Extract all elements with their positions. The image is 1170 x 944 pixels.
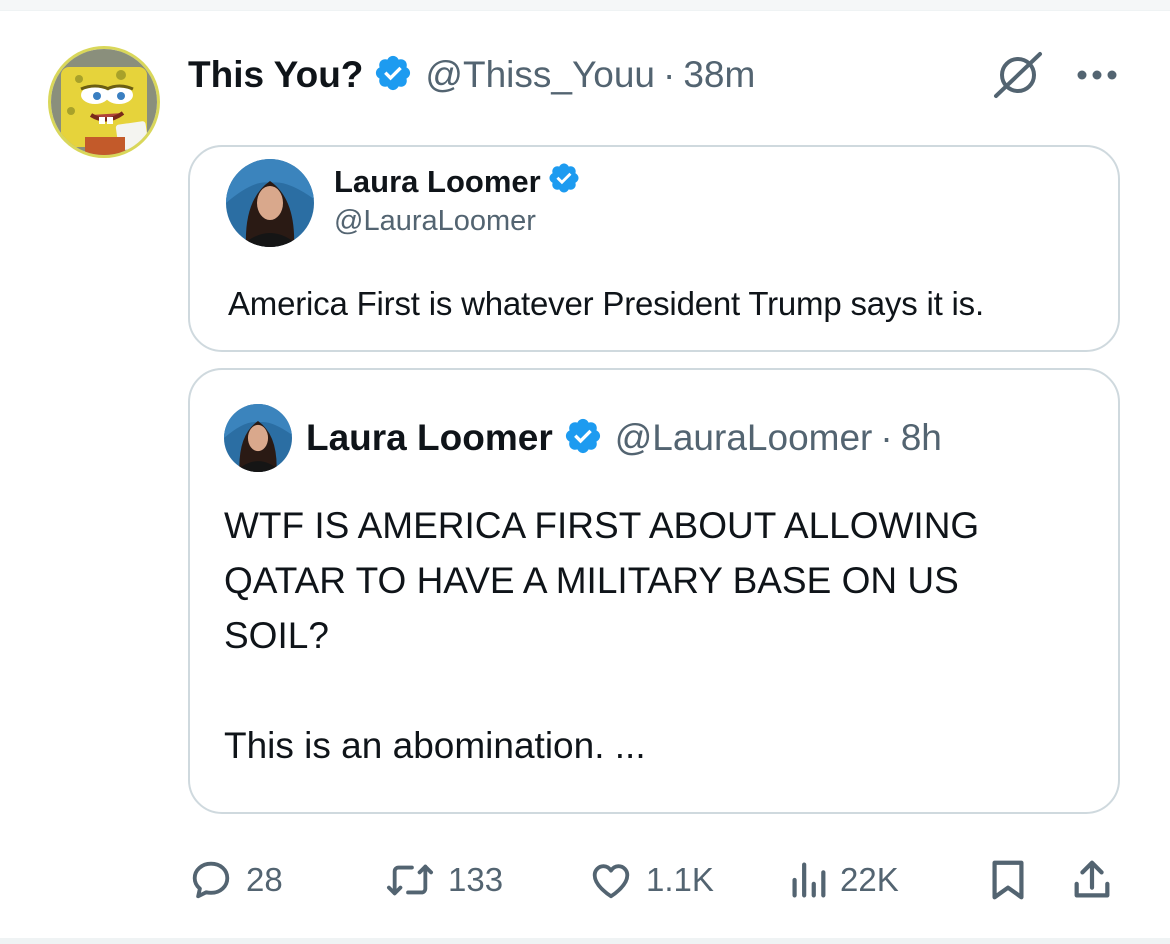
- nested-author-name[interactable]: Laura Loomer: [306, 417, 553, 459]
- verified-badge-icon: [563, 416, 603, 461]
- nested-text-line: WTF IS AMERICA FIRST ABOUT ALLOWING: [224, 505, 980, 546]
- like-count: 1.1K: [646, 861, 714, 898]
- verified-badge-icon: [373, 53, 413, 98]
- views-button[interactable]: 22K: [788, 852, 899, 908]
- separator-dot: ·: [880, 417, 893, 458]
- grok-icon[interactable]: [992, 50, 1044, 100]
- verified-badge-icon: [547, 161, 581, 203]
- quoted-author-name[interactable]: Laura Loomer: [334, 164, 541, 200]
- nested-post-text: WTF IS AMERICA FIRST ABOUT ALLOWING QATA…: [224, 498, 1094, 773]
- quoted-avatar-image: [226, 159, 314, 247]
- nested-text-line: QATAR TO HAVE A MILITARY BASE ON US: [224, 560, 959, 601]
- separator-dot: ·: [662, 54, 676, 95]
- heart-icon: [592, 864, 630, 899]
- reply-count: 28: [246, 861, 283, 898]
- nested-quoted-post-card[interactable]: Laura Loomer @LauraLoomer · 8h WTF IS AM…: [188, 368, 1120, 814]
- views-count: 22K: [840, 861, 899, 898]
- share-icon: [1074, 860, 1110, 898]
- author-handle[interactable]: @Thiss_Youu: [425, 54, 655, 96]
- like-button[interactable]: 1.1K: [588, 852, 714, 908]
- more-icon[interactable]: [1072, 60, 1122, 90]
- post-action-bar: 28 133 1.1K 22K: [188, 852, 1120, 908]
- quoted-post-card[interactable]: Laura Loomer @LauraLoomer America First …: [188, 145, 1120, 352]
- bookmark-button[interactable]: [988, 852, 1028, 908]
- nested-post-header: Laura Loomer @LauraLoomer · 8h: [306, 410, 942, 466]
- nested-avatar-image: [224, 404, 292, 472]
- author-name[interactable]: This You?: [188, 54, 363, 96]
- quoted-post-text: America First is whatever President Trum…: [228, 285, 984, 322]
- nested-author-avatar[interactable]: [224, 404, 292, 472]
- quoted-author-name-row: Laura Loomer: [334, 161, 581, 203]
- avatar-image: [51, 49, 157, 155]
- nested-author-handle[interactable]: @LauraLoomer: [615, 417, 873, 459]
- nested-text-line: This is an abomination. ...: [224, 725, 646, 766]
- repost-button[interactable]: 133: [384, 852, 503, 908]
- author-avatar[interactable]: [48, 46, 160, 158]
- nested-text-line: SOIL?: [224, 615, 329, 656]
- top-divider: [0, 0, 1170, 11]
- nested-post-time[interactable]: 8h: [901, 417, 942, 459]
- bottom-divider: [0, 938, 1170, 944]
- quoted-author-avatar[interactable]: [226, 159, 314, 247]
- reply-button[interactable]: 28: [188, 852, 283, 908]
- quoted-author-handle[interactable]: @LauraLoomer: [334, 205, 536, 238]
- post-time[interactable]: 38m: [683, 54, 755, 96]
- repost-count: 133: [448, 861, 504, 898]
- bookmark-icon: [992, 860, 1024, 900]
- post-header: This You? @Thiss_Youu · 38m: [188, 50, 755, 100]
- views-icon: [792, 862, 826, 898]
- reply-icon: [192, 861, 230, 899]
- share-button[interactable]: [1070, 852, 1114, 908]
- repost-icon: [386, 864, 433, 896]
